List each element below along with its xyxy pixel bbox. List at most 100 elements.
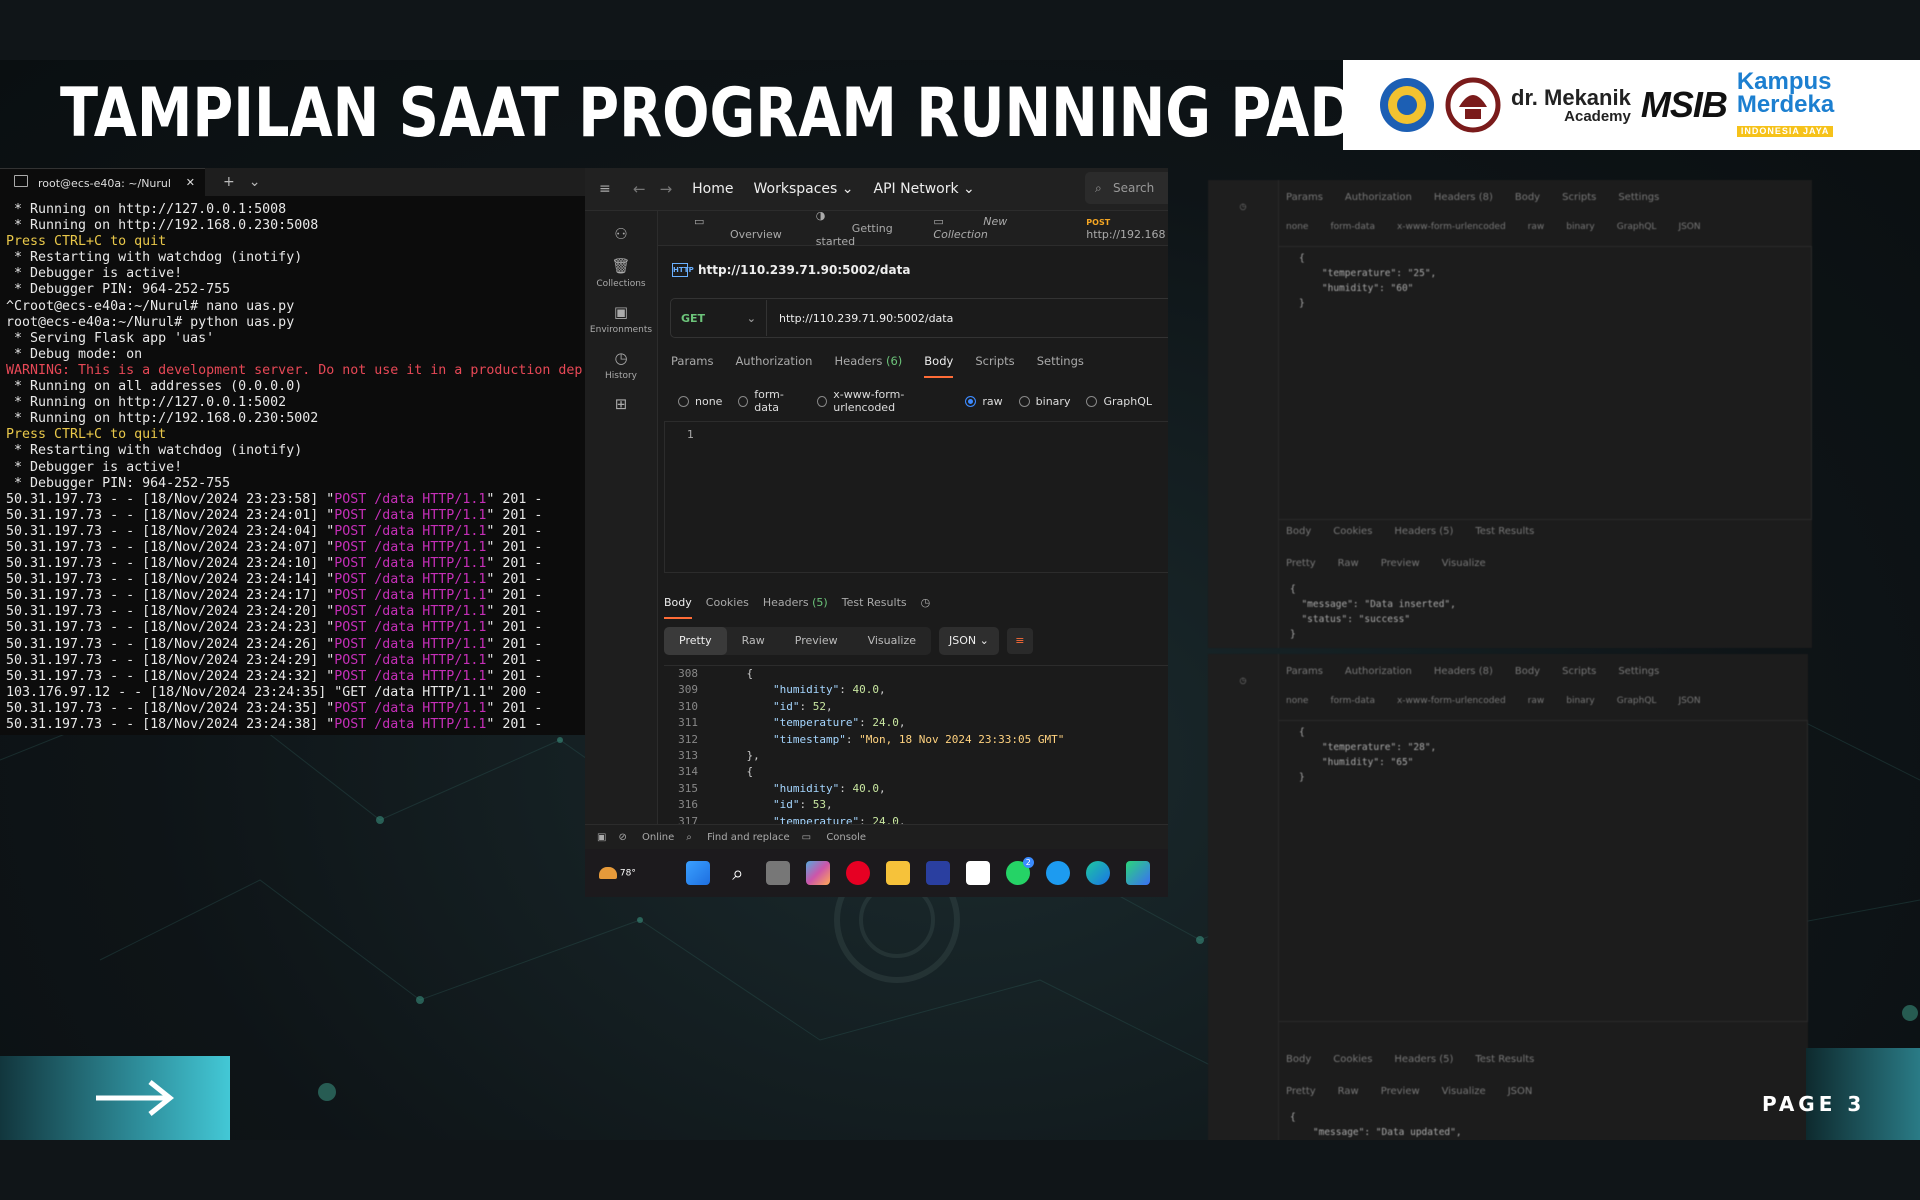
ghost-tab: Test Results	[1475, 526, 1535, 537]
environments-icon: ▣	[613, 303, 629, 321]
response-body[interactable]: 308 {309 "humidity": 40.0, 310 "id": 52, 3…	[664, 665, 1168, 846]
body-mode-raw[interactable]: raw	[965, 388, 1003, 414]
tab-new-collection[interactable]: ▭ New Collection	[933, 215, 1020, 241]
body-mode-xwwwformurlencoded[interactable]: x-www-form-urlencoded	[817, 388, 949, 414]
ghost-tab: Headers (5)	[1394, 526, 1454, 537]
log-prefix: 50.31.197.73 - - [18/Nov/2024 23:24:38] …	[6, 717, 335, 732]
ipusnas-icon[interactable]	[965, 861, 990, 885]
wrap-lines-icon[interactable]: ≡	[1006, 628, 1033, 654]
log-status: " 201 -	[486, 539, 543, 555]
file-explorer-icon[interactable]	[885, 861, 910, 885]
tab-request[interactable]: Body	[924, 354, 954, 378]
body-mode-binary[interactable]: binary	[1018, 388, 1070, 414]
kampus-merdeka-logo: Kampus Merdeka INDONESIA JAYA	[1736, 69, 1835, 139]
radio-label: none	[695, 394, 723, 408]
tab-response[interactable]: Headers (5)	[763, 596, 828, 619]
json-comma: ,	[825, 798, 833, 812]
body-mode-formdata[interactable]: form-data	[738, 388, 801, 414]
close-icon[interactable]: ✕	[186, 176, 195, 189]
next-arrow-button[interactable]	[0, 1056, 230, 1140]
task-view-icon[interactable]	[765, 861, 790, 885]
response-toolbar: Pretty Raw Preview Visualize JSON ⌄ ≡	[664, 627, 1033, 655]
find-replace[interactable]: ⌕ Find and replace	[686, 832, 789, 843]
tab-response[interactable]: Test Results	[842, 596, 907, 619]
view-visualize[interactable]: Visualize	[853, 627, 931, 655]
apps-grid-icon[interactable]: ⊞	[585, 395, 657, 413]
terminal-tab[interactable]: root@ecs-e40a: ~/Nurul ✕	[0, 168, 205, 196]
sidebar-item-history[interactable]: ◷ History	[585, 349, 657, 381]
tab-label: Headers	[834, 354, 886, 368]
user-icon[interactable]: ⚇	[585, 225, 657, 243]
log-status: " 201 -	[486, 572, 543, 588]
forward-arrow-icon[interactable]: →	[660, 180, 673, 198]
tab-getting-started[interactable]: ◑ Getting started	[816, 209, 904, 248]
console[interactable]: ▭ Console	[802, 832, 866, 843]
edge-browser-icon[interactable]	[1085, 861, 1110, 885]
sidebar-item-collections[interactable]: 🗑 Collections	[585, 257, 657, 289]
ghost-modes: none form-data x-www-form-urlencoded raw bin…	[1286, 222, 1723, 232]
weather-widget[interactable]: 78°	[599, 867, 636, 879]
new-tab-icon[interactable]: +	[223, 174, 235, 190]
tab-request[interactable]: Settings	[1037, 354, 1084, 378]
terminal-line: ^Croot@ecs-e40a:~/Nurul# nano uas.py	[6, 298, 295, 314]
tab-request[interactable]: Headers (6)	[834, 354, 902, 378]
format-select[interactable]: JSON ⌄	[939, 627, 999, 655]
tab-request[interactable]: Scripts	[975, 354, 1014, 378]
line-number: 312	[678, 732, 698, 746]
body-mode-none[interactable]: none	[678, 388, 722, 414]
ghost-tab: Scripts	[1562, 192, 1597, 203]
method-select[interactable]: GET ⌄	[671, 300, 767, 336]
tab-response[interactable]: Body	[664, 596, 692, 619]
url-input[interactable]: http://110.239.71.90:5002/data	[767, 312, 953, 325]
view-raw[interactable]: Raw	[727, 627, 780, 655]
view-pretty[interactable]: Pretty	[664, 627, 727, 655]
code-text: {	[720, 667, 754, 680]
access-log-line: 50.31.197.73 - - [18/Nov/2024 23:24:29] …	[6, 653, 579, 669]
kampus-line2: Merdeka	[1736, 90, 1835, 118]
back-arrow-icon[interactable]: ←	[633, 180, 646, 198]
pinterest-icon[interactable]	[845, 861, 870, 885]
nav-home[interactable]: Home	[692, 181, 733, 197]
history-icon[interactable]: ◷	[921, 596, 931, 619]
nav-api-network[interactable]: API Network ⌄	[874, 181, 975, 197]
terminal-output[interactable]: * Running on http://127.0.0.1:5008 * Run…	[0, 196, 585, 739]
ghost-tab: Body	[1286, 526, 1312, 537]
tab-label: Body	[924, 354, 954, 368]
search-icon[interactable]: ⌕	[726, 861, 750, 885]
terminal-window[interactable]: root@ecs-e40a: ~/Nurul ✕ + ⌄ * Running o…	[0, 168, 585, 735]
isis-app-icon[interactable]	[925, 861, 950, 885]
sidebar-toggle-icon[interactable]: ▣	[597, 832, 606, 843]
terminal-line: * Debugger is active!	[6, 459, 183, 475]
log-request: GET /data HTTP/1.1	[342, 684, 487, 700]
menu-icon[interactable]: ≡	[599, 181, 615, 197]
console-label: Console	[826, 831, 867, 843]
log-request: POST /data HTTP/1.1	[334, 636, 487, 652]
radio-icon	[678, 395, 689, 407]
online-status[interactable]: ⊘ Online	[618, 832, 674, 843]
log-status: " 201 -	[486, 604, 543, 620]
view-preview[interactable]: Preview	[780, 627, 853, 655]
whatsapp-icon[interactable]: 2	[1005, 857, 1034, 885]
json-colon: :	[799, 798, 813, 812]
search-input[interactable]: ⌕ Search	[1085, 172, 1168, 204]
pycharm-icon[interactable]	[1125, 861, 1150, 885]
body-mode-graphql[interactable]: GraphQL	[1086, 388, 1152, 414]
windows-start-icon[interactable]	[685, 861, 710, 885]
tab-post-request[interactable]: POST http://192.168	[1050, 215, 1168, 241]
ghost-tab: Cookies	[1333, 1054, 1373, 1065]
request-body-editor[interactable]: 1	[664, 421, 1168, 573]
nav-workspaces[interactable]: Workspaces ⌄	[754, 181, 854, 197]
chevron-down-icon[interactable]: ⌄	[249, 174, 261, 190]
ghost-view-modes: Pretty Raw Preview Visualize	[1286, 558, 1508, 569]
tab-overview[interactable]: ▭ Overview	[694, 215, 782, 241]
terminal-tabbar: root@ecs-e40a: ~/Nurul ✕ + ⌄	[0, 168, 585, 196]
copilot-icon[interactable]	[805, 861, 830, 885]
tab-request[interactable]: Params	[671, 354, 713, 378]
tab-request[interactable]: Authorization	[735, 354, 812, 378]
twitter-icon[interactable]	[1045, 861, 1070, 885]
tab-response[interactable]: Cookies	[706, 596, 749, 619]
sidebar-item-environments[interactable]: ▣ Environments	[585, 303, 657, 335]
json-key: "timestamp"	[772, 732, 846, 746]
